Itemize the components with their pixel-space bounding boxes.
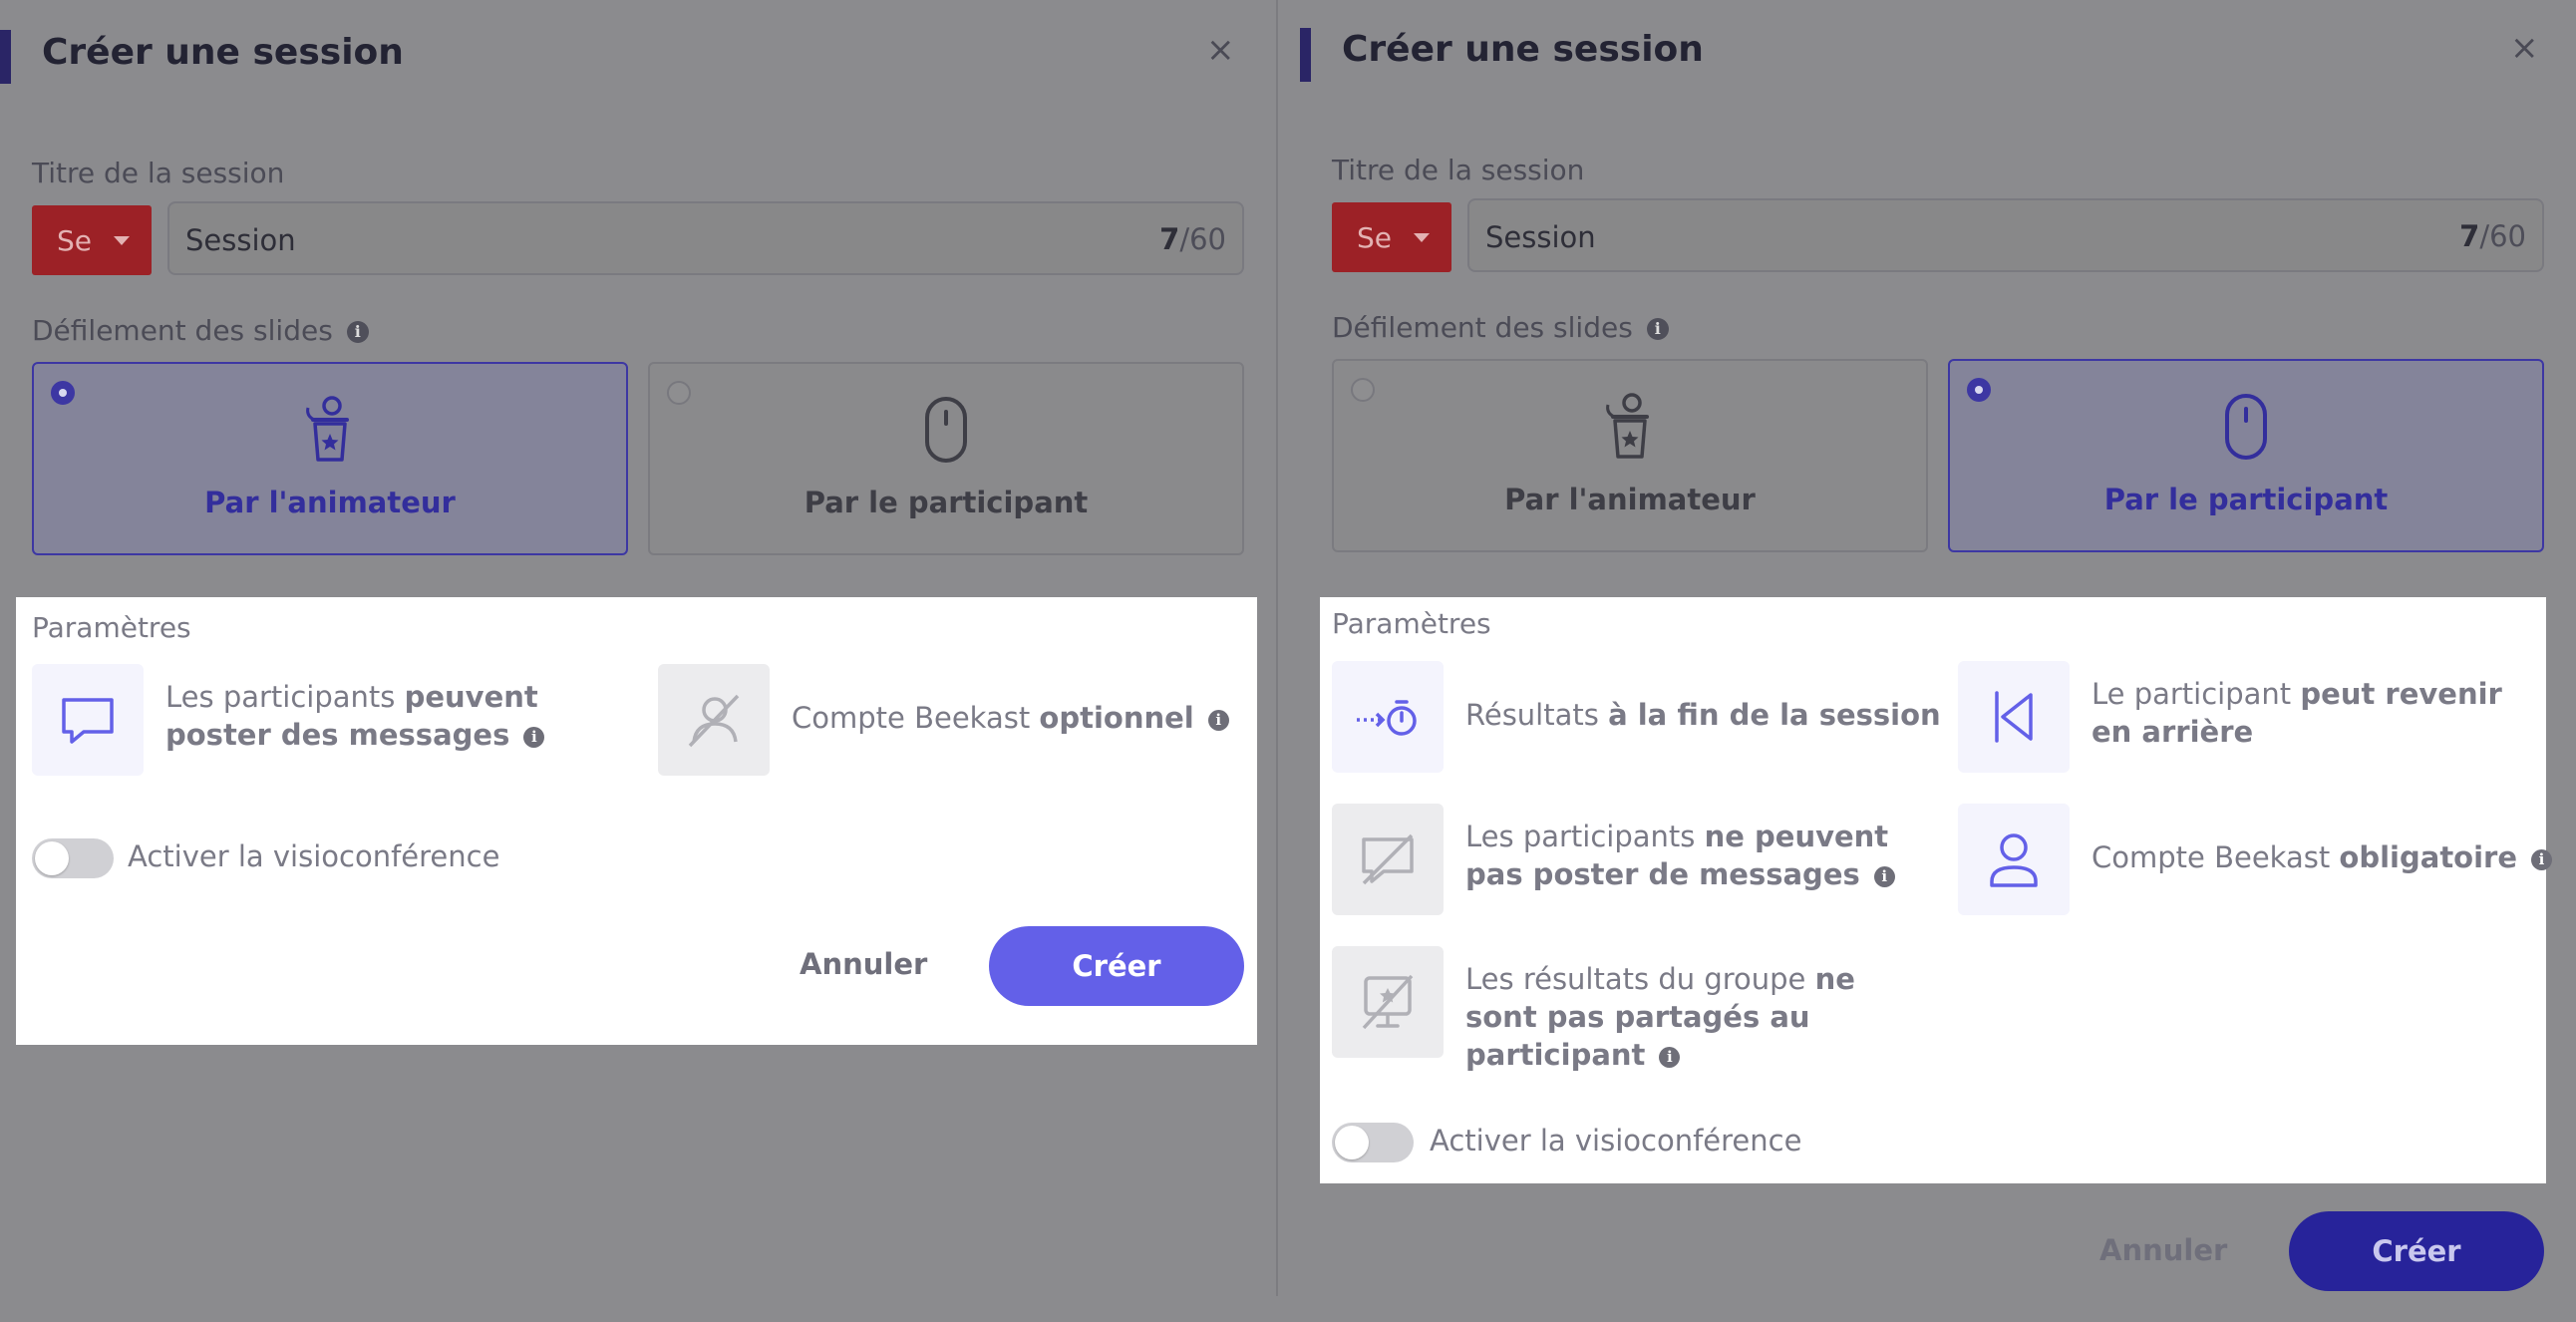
info-icon[interactable]: i <box>1659 1046 1681 1068</box>
setting-results-timing[interactable]: Résultats à la fin de la session <box>1332 661 1941 773</box>
create-session-dialog-host-right: Créer une session × Titre de la session … <box>1278 0 2576 1322</box>
radio-participant[interactable] <box>1967 378 1991 402</box>
setting-account[interactable]: Compte Beekast optionnel i <box>658 664 1236 776</box>
setting-messages-text: Les participants ne peuvent pas poster d… <box>1465 818 1914 893</box>
video-toggle[interactable] <box>1332 1123 1414 1162</box>
back-icon <box>1995 691 2033 743</box>
timer-icon <box>1357 700 1417 736</box>
setting-icon-box <box>1958 804 2070 915</box>
setting-messages[interactable]: Les participants ne peuvent pas poster d… <box>1332 804 1920 915</box>
slides-scroll-label: Défilement des slides i <box>32 314 369 347</box>
prefix-label: Se <box>57 224 92 257</box>
char-counter: 7/60 <box>2459 219 2526 253</box>
create-button[interactable]: Créer <box>2289 1211 2544 1291</box>
setting-account-text: Compte Beekast optionnel i <box>792 699 1250 737</box>
char-counter: 7/60 <box>1159 222 1226 256</box>
setting-icon-box <box>1332 661 1444 773</box>
setting-go-back-text: Le participant peut revenir en arrière <box>2092 677 2502 749</box>
presenter-podium-icon <box>1606 393 1649 459</box>
video-toggle-label: Activer la visioconférence <box>128 839 500 873</box>
setting-account-text: Compte Beekast obligatoire i <box>2092 838 2553 876</box>
option-participant[interactable]: Par le participant <box>648 362 1244 555</box>
info-icon[interactable]: i <box>1646 318 1669 340</box>
setting-messages[interactable]: Les participants peuvent poster des mess… <box>32 664 610 776</box>
setting-results-timing-text: Résultats à la fin de la session <box>1465 698 1941 732</box>
setting-icon-box <box>1958 661 2070 773</box>
prefix-label: Se <box>1357 221 1392 254</box>
title-accent-bar <box>1300 28 1311 82</box>
session-title-value: Session <box>1485 220 1596 254</box>
close-icon[interactable]: × <box>1206 33 1235 67</box>
setting-icon-box <box>32 664 144 776</box>
session-title-input[interactable]: Session 7/60 <box>167 201 1244 275</box>
setting-messages-text: Les participants peuvent poster des mess… <box>165 678 614 754</box>
cancel-button[interactable]: Annuler <box>800 947 927 981</box>
dialog-title: Créer une session <box>42 32 404 73</box>
video-toggle-label: Activer la visioconférence <box>1430 1124 1802 1157</box>
info-icon[interactable]: i <box>346 321 369 343</box>
dialog-title: Créer une session <box>1342 29 1704 70</box>
option-presenter[interactable]: Par l'animateur <box>32 362 628 555</box>
parameters-title: Paramètres <box>32 611 191 644</box>
account-off-icon <box>688 694 740 748</box>
session-title-value: Session <box>185 223 296 257</box>
cancel-button[interactable]: Annuler <box>2099 1233 2227 1267</box>
video-toggle[interactable] <box>32 838 114 878</box>
mouse-icon <box>925 397 967 463</box>
create-button[interactable]: Créer <box>989 926 1244 1006</box>
mouse-icon <box>2225 394 2267 460</box>
message-off-icon <box>1362 833 1414 885</box>
parameters-section: Paramètres Résultats à la fin de la sess… <box>1320 597 2553 1183</box>
user-icon <box>1990 833 2038 887</box>
parameters-section: Paramètres Les participants peuvent post… <box>16 597 1257 1045</box>
info-icon[interactable]: i <box>1873 865 1895 887</box>
radio-presenter[interactable] <box>1351 378 1375 402</box>
radio-presenter[interactable] <box>51 381 75 405</box>
presenter-podium-icon <box>306 396 349 462</box>
option-participant[interactable]: Par le participant <box>1948 359 2544 552</box>
option-presenter-label: Par l'animateur <box>204 486 456 519</box>
parameters-title: Paramètres <box>1332 607 1491 640</box>
title-accent-bar <box>0 30 11 84</box>
close-icon[interactable]: × <box>2510 31 2539 65</box>
info-icon[interactable]: i <box>523 726 545 748</box>
session-title-input[interactable]: Session 7/60 <box>1467 198 2544 272</box>
session-title-label: Titre de la session <box>32 157 285 189</box>
chevron-down-icon <box>114 236 130 245</box>
session-title-label: Titre de la session <box>1332 154 1585 186</box>
create-session-dialog-host: Créer une session × Titre de la session … <box>0 0 1277 1322</box>
prefix-dropdown-button[interactable]: Se <box>1332 202 1451 272</box>
setting-group-results-text: Les résultats du groupe ne sont pas part… <box>1465 962 1855 1072</box>
chevron-down-icon <box>1414 233 1430 242</box>
info-icon[interactable]: i <box>1207 709 1229 731</box>
setting-account[interactable]: Compte Beekast obligatoire i <box>1958 804 2553 915</box>
option-participant-label: Par le participant <box>804 486 1089 519</box>
setting-icon-box <box>1332 946 1444 1058</box>
setting-icon-box <box>1332 804 1444 915</box>
option-presenter-label: Par l'animateur <box>1504 483 1756 516</box>
message-icon <box>62 698 114 744</box>
option-presenter[interactable]: Par l'animateur <box>1332 359 1928 552</box>
option-participant-label: Par le participant <box>2103 483 2389 516</box>
prefix-dropdown-button[interactable]: Se <box>32 205 152 275</box>
setting-icon-box <box>658 664 770 776</box>
slides-scroll-label: Défilement des slides i <box>1332 311 1669 344</box>
info-icon[interactable]: i <box>2531 848 2553 870</box>
setting-go-back[interactable]: Le participant peut revenir en arrière <box>1958 661 2546 773</box>
setting-group-results[interactable]: Les résultats du groupe ne sont pas part… <box>1332 946 1920 1072</box>
results-off-icon <box>1362 974 1414 1030</box>
radio-participant[interactable] <box>667 381 691 405</box>
